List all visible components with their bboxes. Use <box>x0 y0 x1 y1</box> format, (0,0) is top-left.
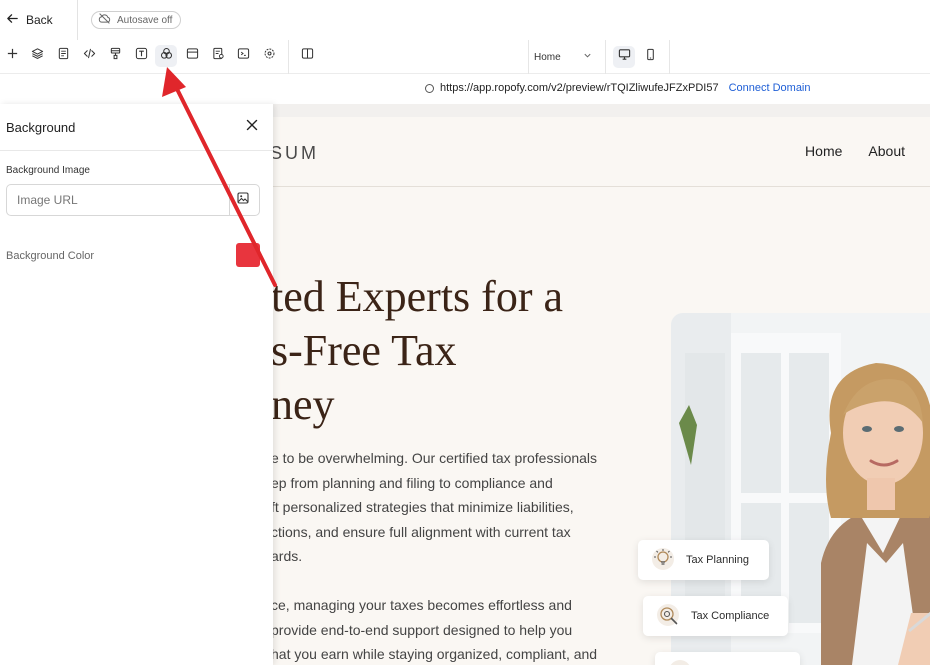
page-select[interactable]: Home <box>534 48 592 66</box>
desktop-view-button[interactable] <box>613 46 635 68</box>
paragraph-line: ce, managing your taxes becomes effortle… <box>273 597 572 613</box>
paragraph-line: hat you earn while staying organized, co… <box>273 646 598 662</box>
hero-title-line: ted Experts for a <box>273 272 563 321</box>
code-button[interactable] <box>78 45 100 67</box>
hero-paragraph: ce, managing your taxes becomes effortle… <box>273 593 621 665</box>
bulb-icon <box>650 546 676 575</box>
embed-button[interactable] <box>232 45 254 67</box>
hero-title-line: s-Free Tax <box>273 326 457 375</box>
background-panel: Background Background Image Background C… <box>0 104 273 665</box>
background-color-swatch[interactable] <box>236 243 260 267</box>
settings-icon <box>263 47 276 65</box>
panel-title: Background <box>6 120 76 135</box>
background-image-field <box>6 184 260 216</box>
settings-button[interactable] <box>258 45 280 67</box>
embed-icon <box>237 47 250 65</box>
section-button[interactable] <box>181 45 203 67</box>
form-icon <box>212 47 225 65</box>
connect-domain-link[interactable]: Connect Domain <box>729 82 811 94</box>
background-button[interactable] <box>155 45 177 67</box>
layers-button[interactable] <box>26 45 48 67</box>
page-icon <box>57 47 70 65</box>
paragraph-line: ctions, and ensure full alignment with c… <box>273 523 571 540</box>
image-url-input[interactable] <box>7 185 229 215</box>
paragraph-line: ep from planning and filing to complianc… <box>273 474 553 491</box>
close-panel-button[interactable] <box>244 119 260 135</box>
chevron-down-icon <box>583 51 592 63</box>
divider <box>229 185 230 215</box>
site-nav: Home About <box>805 143 905 159</box>
preview-url[interactable]: https://app.ropofy.com/v2/preview/rTQIZl… <box>440 82 719 94</box>
top-bar: Back Autosave off <box>0 0 930 40</box>
desktop-icon <box>618 48 631 66</box>
text-icon <box>135 47 148 65</box>
paragraph-line: ft personalized strategies that minimize… <box>273 499 574 515</box>
plus-icon <box>6 47 19 65</box>
hero-title-line: ney <box>273 380 335 429</box>
mobile-view-button[interactable] <box>639 46 661 68</box>
brush-icon <box>109 47 122 65</box>
mobile-icon <box>644 48 657 66</box>
paragraph-line: e to be overwhelming. Our certified tax … <box>273 450 598 466</box>
background-color-label: Background Color <box>6 250 95 262</box>
style-button[interactable] <box>104 45 126 67</box>
autosave-label: Autosave off <box>117 14 173 26</box>
divider <box>288 40 289 74</box>
editor-toolbar: Home <box>0 40 930 74</box>
color-shapes-icon <box>160 47 173 65</box>
hero-paragraph: e to be overwhelming. Our certified tax … <box>273 446 621 569</box>
page-select-value: Home <box>534 51 561 63</box>
background-image-label: Background Image <box>6 165 90 176</box>
preview-url-bar: https://app.ropofy.com/v2/preview/rTQIZl… <box>273 75 930 104</box>
nav-home[interactable]: Home <box>805 143 842 159</box>
divider <box>528 40 529 74</box>
section-icon <box>186 47 199 65</box>
layers-icon <box>31 47 44 65</box>
feature-label: Tax Compliance <box>691 610 770 622</box>
feature-card-tax-compliance: Tax Compliance <box>643 596 788 636</box>
nav-about[interactable]: About <box>868 143 905 159</box>
paragraph-line: provide end-to-end support designed to h… <box>273 621 573 638</box>
divider <box>77 0 78 40</box>
pages-button[interactable] <box>52 45 74 67</box>
autosave-toggle[interactable]: Autosave off <box>91 11 182 29</box>
form-button[interactable] <box>207 45 229 67</box>
back-label: Back <box>26 13 53 27</box>
divider <box>605 40 606 74</box>
back-button[interactable]: Back <box>6 9 53 31</box>
feature-card <box>655 652 800 665</box>
pick-image-button[interactable] <box>233 191 253 209</box>
paragraph-line: ards. <box>273 548 303 564</box>
divider <box>273 186 930 187</box>
chart-icon <box>667 658 693 665</box>
globe-icon <box>425 83 434 93</box>
feature-card-tax-planning: Tax Planning <box>638 540 769 580</box>
site-logo-text: SUM <box>273 143 319 163</box>
magnifier-target-icon <box>655 602 681 631</box>
image-icon <box>237 191 249 209</box>
add-element-button[interactable] <box>1 45 23 67</box>
arrow-left-icon <box>6 12 19 28</box>
divider <box>669 40 670 74</box>
panel-header: Background <box>0 104 273 151</box>
cloud-off-icon <box>98 12 111 28</box>
feature-label: Tax Planning <box>686 554 749 566</box>
site-preview: SUM Home About ted Experts for a s-Free … <box>273 117 930 665</box>
code-icon <box>83 47 96 65</box>
toggle-panel-button[interactable] <box>296 45 318 67</box>
typography-button[interactable] <box>130 45 152 67</box>
split-view-icon <box>301 47 314 65</box>
close-icon <box>246 118 258 136</box>
preview-gutter <box>273 104 930 117</box>
hero-title: ted Experts for a s-Free Tax ney <box>273 270 611 432</box>
